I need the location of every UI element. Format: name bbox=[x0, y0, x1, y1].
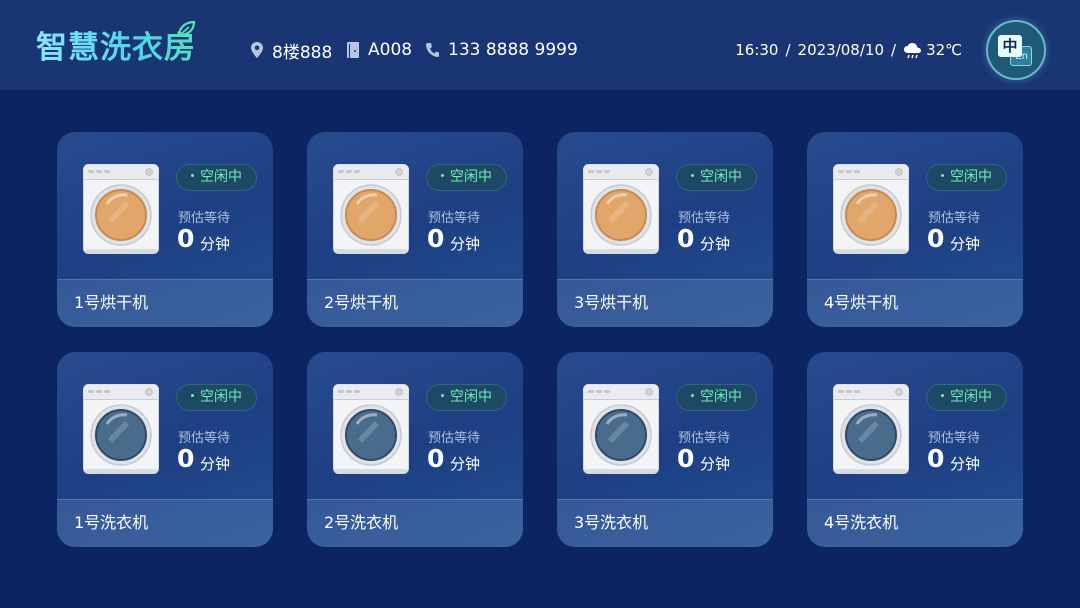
location-pin-icon bbox=[251, 42, 263, 58]
dryer-card[interactable]: 空闲中 预估等待 0 分钟 1号烘干机 bbox=[57, 132, 273, 327]
app-title: 智慧洗衣房 bbox=[36, 22, 196, 67]
machine-name: 2号洗衣机 bbox=[324, 513, 399, 532]
status-dot-icon bbox=[691, 173, 694, 177]
time-text: 16:30 bbox=[735, 41, 779, 59]
room-info: A008 bbox=[346, 38, 412, 62]
status-badge: 空闲中 bbox=[426, 164, 507, 191]
floor-text: 8楼888 bbox=[272, 42, 333, 63]
status-badge: 空闲中 bbox=[176, 384, 257, 411]
machine-name: 3号洗衣机 bbox=[574, 513, 649, 532]
datetime-weather: 16:30 / 2023/08/10 / 32℃ bbox=[735, 38, 962, 62]
phone-text: 133 8888 9999 bbox=[448, 40, 578, 60]
machine-name: 1号烘干机 bbox=[74, 293, 149, 312]
washer-card[interactable]: 空闲中 预估等待 0 分钟 1号洗衣机 bbox=[57, 352, 273, 547]
status-badge: 空闲中 bbox=[676, 384, 757, 411]
washing-machine-icon bbox=[833, 384, 909, 474]
washer-card[interactable]: 空闲中 预估等待 0 分钟 4号洗衣机 bbox=[807, 352, 1023, 547]
room-text: A008 bbox=[368, 40, 413, 60]
status-text: 空闲中 bbox=[700, 389, 742, 405]
status-dot-icon bbox=[441, 173, 444, 177]
dryer-card[interactable]: 空闲中 预估等待 0 分钟 2号烘干机 bbox=[307, 132, 523, 327]
status-text: 空闲中 bbox=[950, 169, 992, 185]
status-text: 空闲中 bbox=[200, 169, 242, 185]
washing-machine-icon bbox=[333, 384, 409, 474]
phone-icon bbox=[426, 43, 439, 57]
washing-machine-icon bbox=[83, 384, 159, 474]
dryer-machine-icon bbox=[83, 164, 159, 254]
wait-unit: 分钟 bbox=[700, 455, 731, 473]
wait-value: 0 bbox=[177, 224, 195, 253]
door-icon bbox=[347, 42, 359, 58]
wait-unit: 分钟 bbox=[200, 455, 231, 473]
status-badge: 空闲中 bbox=[926, 164, 1007, 191]
wait-unit: 分钟 bbox=[950, 455, 981, 473]
dryer-machine-icon bbox=[833, 164, 909, 254]
leaf-icon bbox=[177, 20, 196, 37]
status-text: 空闲中 bbox=[450, 169, 492, 185]
machine-name: 4号洗衣机 bbox=[824, 513, 899, 532]
status-dot-icon bbox=[191, 173, 194, 177]
status-text: 空闲中 bbox=[950, 389, 992, 405]
wait-value: 0 bbox=[177, 444, 195, 473]
status-dot-icon bbox=[941, 173, 944, 177]
weather-cloud-rain-icon bbox=[904, 42, 922, 58]
status-dot-icon bbox=[941, 393, 944, 397]
dryer-machine-icon bbox=[333, 164, 409, 254]
machine-name: 3号烘干机 bbox=[574, 293, 649, 312]
dryer-machine-icon bbox=[583, 164, 659, 254]
wait-value: 0 bbox=[677, 224, 695, 253]
language-chinese-label: 中 bbox=[998, 35, 1022, 57]
status-dot-icon bbox=[441, 393, 444, 397]
washer-card[interactable]: 空闲中 预估等待 0 分钟 2号洗衣机 bbox=[307, 352, 523, 547]
status-dot-icon bbox=[191, 393, 194, 397]
wait-unit: 分钟 bbox=[200, 235, 231, 253]
location-info: 8楼888 bbox=[250, 38, 333, 63]
separator: / bbox=[891, 41, 897, 59]
status-text: 空闲中 bbox=[450, 389, 492, 405]
status-badge: 空闲中 bbox=[926, 384, 1007, 411]
wait-value: 0 bbox=[427, 224, 445, 253]
wait-unit: 分钟 bbox=[450, 235, 481, 253]
wait-unit: 分钟 bbox=[700, 235, 731, 253]
status-text: 空闲中 bbox=[200, 389, 242, 405]
status-text: 空闲中 bbox=[700, 169, 742, 185]
wait-value: 0 bbox=[927, 444, 945, 473]
wait-unit: 分钟 bbox=[950, 235, 981, 253]
dryer-card[interactable]: 空闲中 预估等待 0 分钟 4号烘干机 bbox=[807, 132, 1023, 327]
separator: / bbox=[785, 41, 791, 59]
status-badge: 空闲中 bbox=[176, 164, 257, 191]
machine-name: 1号洗衣机 bbox=[74, 513, 149, 532]
status-badge: 空闲中 bbox=[676, 164, 757, 191]
washer-card[interactable]: 空闲中 预估等待 0 分钟 3号洗衣机 bbox=[557, 352, 773, 547]
wait-value: 0 bbox=[927, 224, 945, 253]
phone-info: 133 8888 9999 bbox=[425, 38, 578, 62]
date-text: 2023/08/10 bbox=[797, 41, 884, 59]
machine-name: 2号烘干机 bbox=[324, 293, 399, 312]
status-dot-icon bbox=[691, 393, 694, 397]
top-header: 智慧洗衣房 8楼888 A008 133 8888 9999 16:30 / 2… bbox=[0, 0, 1080, 90]
washing-machine-icon bbox=[583, 384, 659, 474]
dryer-card[interactable]: 空闲中 预估等待 0 分钟 3号烘干机 bbox=[557, 132, 773, 327]
wait-value: 0 bbox=[427, 444, 445, 473]
machine-name: 4号烘干机 bbox=[824, 293, 899, 312]
wait-unit: 分钟 bbox=[450, 455, 481, 473]
wait-value: 0 bbox=[677, 444, 695, 473]
status-badge: 空闲中 bbox=[426, 384, 507, 411]
temperature-text: 32℃ bbox=[926, 41, 962, 59]
language-switch-button[interactable]: En 中 bbox=[986, 20, 1046, 80]
